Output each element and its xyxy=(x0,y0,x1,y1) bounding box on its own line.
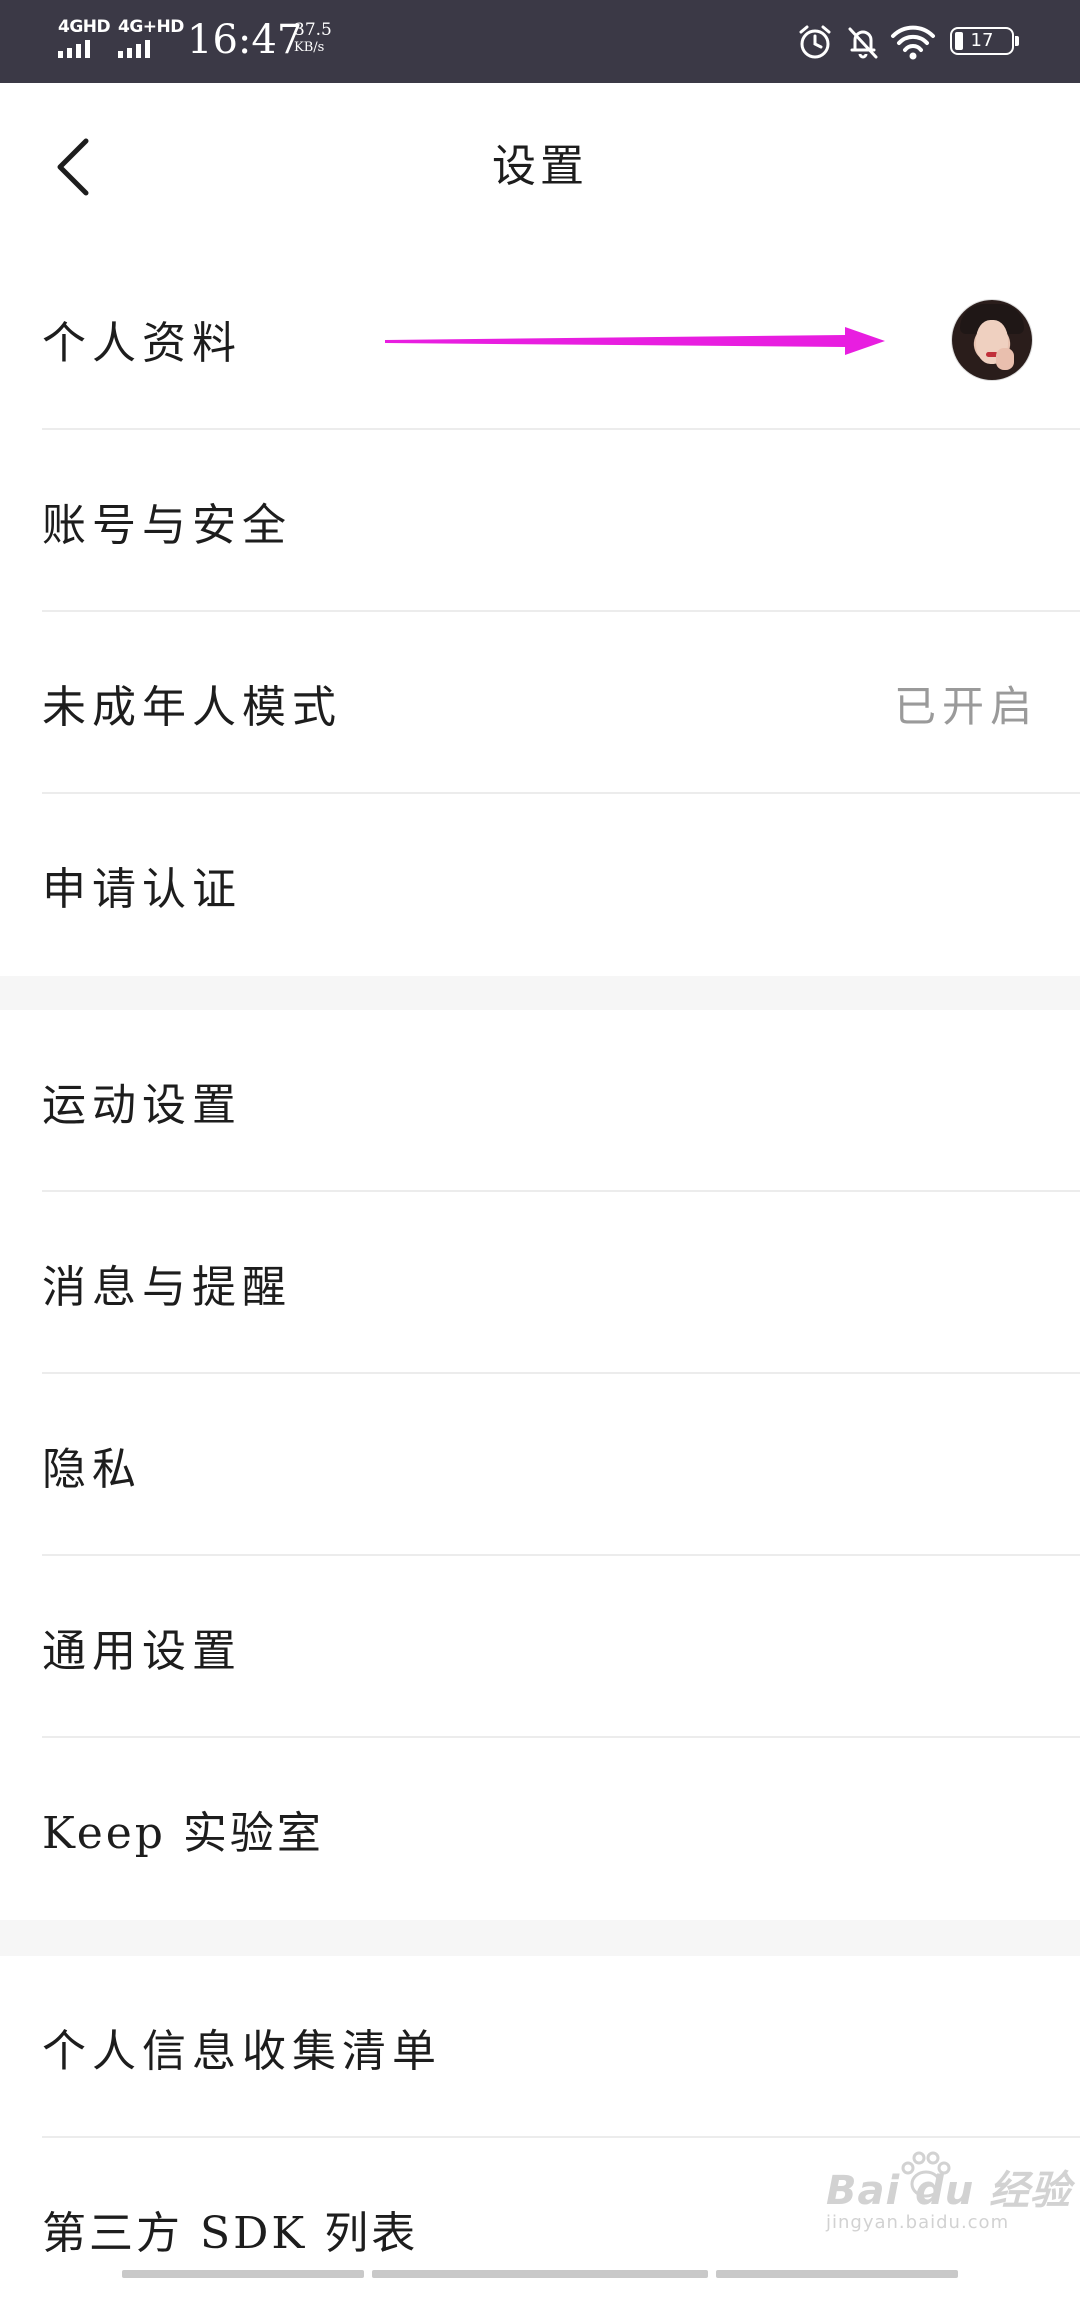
settings-item-keep-lab[interactable]: Keep 实验室 xyxy=(0,1738,1080,1920)
network-speed-unit: KB/s xyxy=(294,40,325,55)
settings-item-label: 消息与提醒 xyxy=(42,1262,292,1313)
signal-indicator-2: 4G+HD xyxy=(118,18,184,58)
minor-mode-status: 已开启 xyxy=(893,681,1038,731)
annotation-arrow xyxy=(385,327,885,355)
settings-item-label: 申请认证 xyxy=(42,864,242,915)
baidu-watermark: Bai du 经验 jingyan.baidu.com xyxy=(826,2158,1071,2233)
settings-item-label: Keep 实验室 xyxy=(42,1808,324,1859)
battery-icon: 17 xyxy=(950,27,1019,55)
profile-avatar[interactable] xyxy=(952,300,1032,380)
status-bar: 4GHD 4G+HD 16:47 37.5 KB/s 17 xyxy=(0,0,1080,83)
bottom-indicator xyxy=(0,2270,1080,2280)
signal-bars-icon xyxy=(58,40,110,58)
settings-item-general[interactable]: 通用设置 xyxy=(0,1556,1080,1738)
settings-item-apply-certification[interactable]: 申请认证 xyxy=(0,794,1080,976)
signal-indicator-1: 4GHD xyxy=(58,17,111,58)
network-type-2: 4G+HD xyxy=(118,17,184,37)
app-header: 设置 xyxy=(0,83,1080,248)
settings-item-sport[interactable]: 运动设置 xyxy=(0,1010,1080,1192)
bell-off-icon xyxy=(848,27,878,59)
settings-item-label: 个人信息收集清单 xyxy=(42,2026,442,2077)
watermark-brand: Bai du 经验 xyxy=(826,2168,1072,2214)
signal-bars-icon xyxy=(118,40,184,58)
settings-item-label: 第三方 SDK 列表 xyxy=(42,2208,419,2259)
network-type-1: 4GHD xyxy=(58,17,111,37)
settings-item-notifications[interactable]: 消息与提醒 xyxy=(0,1192,1080,1374)
settings-item-label: 运动设置 xyxy=(42,1080,242,1131)
settings-item-label: 未成年人模式 xyxy=(42,682,342,733)
page-title: 设置 xyxy=(492,141,588,192)
settings-item-label: 个人资料 xyxy=(42,318,242,369)
section-gap xyxy=(0,1920,1080,1956)
battery-level: 17 xyxy=(970,30,994,51)
settings-item-label: 账号与安全 xyxy=(42,500,292,551)
settings-item-label: 隐私 xyxy=(42,1444,142,1495)
wifi-icon xyxy=(891,25,935,60)
settings-item-label: 通用设置 xyxy=(42,1626,242,1677)
section-gap xyxy=(0,976,1080,1010)
network-speed: 37.5 KB/s xyxy=(294,20,332,56)
status-time: 16:47 xyxy=(187,17,303,63)
settings-item-account-security[interactable]: 账号与安全 xyxy=(0,430,1080,612)
settings-item-personal-info-list[interactable]: 个人信息收集清单 xyxy=(0,1956,1080,2138)
settings-item-minor-mode[interactable]: 未成年人模式 已开启 xyxy=(0,612,1080,794)
settings-item-privacy[interactable]: 隐私 xyxy=(0,1374,1080,1556)
avatar-hand xyxy=(996,348,1014,370)
alarm-icon xyxy=(799,25,831,59)
network-speed-value: 37.5 xyxy=(294,20,332,40)
